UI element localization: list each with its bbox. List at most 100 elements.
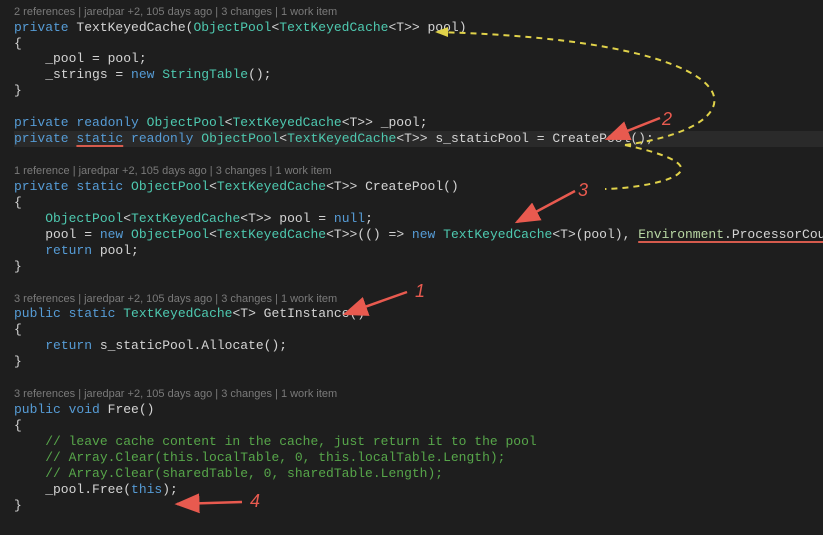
code-line[interactable]: private TextKeyedCache(ObjectPool<TextKe… bbox=[14, 20, 823, 36]
code-text: _pool.Free( bbox=[14, 482, 131, 497]
code-text: < bbox=[279, 131, 287, 146]
keyword: public bbox=[14, 402, 61, 417]
code-text bbox=[123, 179, 131, 194]
codelens-info[interactable]: 1 reference | jaredpar +2, 105 days ago … bbox=[14, 165, 823, 179]
code-text-underlined: .ProcessorCount * 4 bbox=[724, 227, 823, 242]
code-comment[interactable]: // leave cache content in the cache, jus… bbox=[14, 434, 823, 450]
code-text: pool) bbox=[420, 20, 467, 35]
code-text: <T> bbox=[552, 227, 575, 242]
keyword: new bbox=[412, 227, 435, 242]
annotation-number-1: 1 bbox=[415, 280, 425, 302]
code-line[interactable] bbox=[14, 370, 823, 386]
keyword: void bbox=[69, 402, 100, 417]
annotation-number-2: 2 bbox=[662, 108, 672, 130]
code-text: s_staticPool.Allocate(); bbox=[92, 338, 287, 353]
type-name: ObjectPool bbox=[131, 179, 209, 194]
code-line[interactable]: { bbox=[14, 322, 823, 338]
code-text bbox=[139, 115, 147, 130]
keyword: this bbox=[131, 482, 162, 497]
code-text: <T>> bbox=[388, 20, 419, 35]
code-line[interactable]: return pool; bbox=[14, 243, 823, 259]
code-text: (); bbox=[248, 67, 271, 82]
code-text: pool = bbox=[14, 227, 100, 242]
keyword: private bbox=[14, 179, 69, 194]
code-line[interactable]: public static TextKeyedCache<T> GetInsta… bbox=[14, 306, 823, 322]
code-text: ); bbox=[162, 482, 178, 497]
code-line[interactable]: { bbox=[14, 195, 823, 211]
code-line[interactable]: _pool = pool; bbox=[14, 51, 823, 67]
keyword: static bbox=[69, 306, 116, 321]
type-name: StringTable bbox=[162, 67, 248, 82]
code-text: s_staticPool = CreatePool(); bbox=[428, 131, 654, 146]
keyword: new bbox=[131, 67, 154, 82]
code-line[interactable]: } bbox=[14, 83, 823, 99]
code-line[interactable]: private static ObjectPool<TextKeyedCache… bbox=[14, 179, 823, 195]
code-text bbox=[14, 338, 45, 353]
type-name: ObjectPool bbox=[131, 227, 209, 242]
code-line[interactable]: _strings = new StringTable(); bbox=[14, 67, 823, 83]
code-text bbox=[435, 227, 443, 242]
code-text: < bbox=[209, 227, 217, 242]
code-text: _strings = bbox=[14, 67, 131, 82]
keyword-underlined: static bbox=[76, 131, 123, 146]
code-text: GetInstance() bbox=[256, 306, 365, 321]
type-name: TextKeyedCache bbox=[443, 227, 552, 242]
type-name: TextKeyedCache bbox=[232, 115, 341, 130]
type-name: TextKeyedCache bbox=[217, 227, 326, 242]
keyword: static bbox=[76, 179, 123, 194]
code-line[interactable] bbox=[14, 147, 823, 163]
code-line[interactable]: } bbox=[14, 354, 823, 370]
keyword: private bbox=[14, 20, 69, 35]
code-line[interactable]: public void Free() bbox=[14, 402, 823, 418]
code-comment[interactable]: // Array.Clear(sharedTable, 0, sharedTab… bbox=[14, 466, 823, 482]
code-text: <T> bbox=[232, 306, 255, 321]
keyword: new bbox=[100, 227, 123, 242]
code-text: <T>> bbox=[240, 211, 271, 226]
code-line[interactable]: { bbox=[14, 36, 823, 52]
type-name-underlined: Environment bbox=[638, 227, 724, 242]
type-name: TextKeyedCache bbox=[279, 20, 388, 35]
code-text bbox=[61, 402, 69, 417]
code-text: CreatePool() bbox=[357, 179, 458, 194]
code-text bbox=[61, 306, 69, 321]
code-text: <T>> bbox=[342, 115, 373, 130]
code-line[interactable]: } bbox=[14, 498, 823, 514]
code-text: < bbox=[209, 179, 217, 194]
code-text: ; bbox=[365, 211, 373, 226]
code-text: < bbox=[123, 211, 131, 226]
type-name: ObjectPool bbox=[147, 115, 225, 130]
code-text: <T>> bbox=[326, 179, 357, 194]
code-comment[interactable]: // Array.Clear(this.localTable, 0, this.… bbox=[14, 450, 823, 466]
code-line[interactable]: _pool.Free(this); bbox=[14, 482, 823, 498]
code-text: _pool; bbox=[373, 115, 428, 130]
code-text: TextKeyedCache( bbox=[69, 20, 194, 35]
code-line[interactable]: } bbox=[14, 259, 823, 275]
type-name: TextKeyedCache bbox=[123, 306, 232, 321]
keyword: private bbox=[14, 115, 69, 130]
keyword: return bbox=[45, 243, 92, 258]
code-line[interactable]: ObjectPool<TextKeyedCache<T>> pool = nul… bbox=[14, 211, 823, 227]
code-text bbox=[123, 131, 131, 146]
code-text: Free() bbox=[100, 402, 155, 417]
code-line[interactable]: pool = new ObjectPool<TextKeyedCache<T>>… bbox=[14, 227, 823, 243]
type-name: TextKeyedCache bbox=[287, 131, 396, 146]
code-text: pool = bbox=[271, 211, 333, 226]
codelens-info[interactable]: 2 references | jaredpar +2, 105 days ago… bbox=[14, 6, 823, 20]
codelens-info[interactable]: 3 references | jaredpar +2, 105 days ago… bbox=[14, 388, 823, 402]
code-text: pool; bbox=[92, 243, 139, 258]
type-name: TextKeyedCache bbox=[131, 211, 240, 226]
keyword: public bbox=[14, 306, 61, 321]
type-name: TextKeyedCache bbox=[217, 179, 326, 194]
code-line[interactable] bbox=[14, 99, 823, 115]
type-name: ObjectPool bbox=[193, 20, 271, 35]
code-line[interactable]: { bbox=[14, 418, 823, 434]
code-text bbox=[14, 211, 45, 226]
code-text bbox=[14, 243, 45, 258]
code-line-highlighted[interactable]: private static readonly ObjectPool<TextK… bbox=[14, 131, 823, 147]
keyword: readonly bbox=[69, 115, 139, 130]
code-line[interactable]: return s_staticPool.Allocate(); bbox=[14, 338, 823, 354]
annotation-number-3: 3 bbox=[578, 179, 588, 201]
keyword: return bbox=[45, 338, 92, 353]
keyword: private bbox=[14, 131, 69, 146]
code-line[interactable]: private readonly ObjectPool<TextKeyedCac… bbox=[14, 115, 823, 131]
